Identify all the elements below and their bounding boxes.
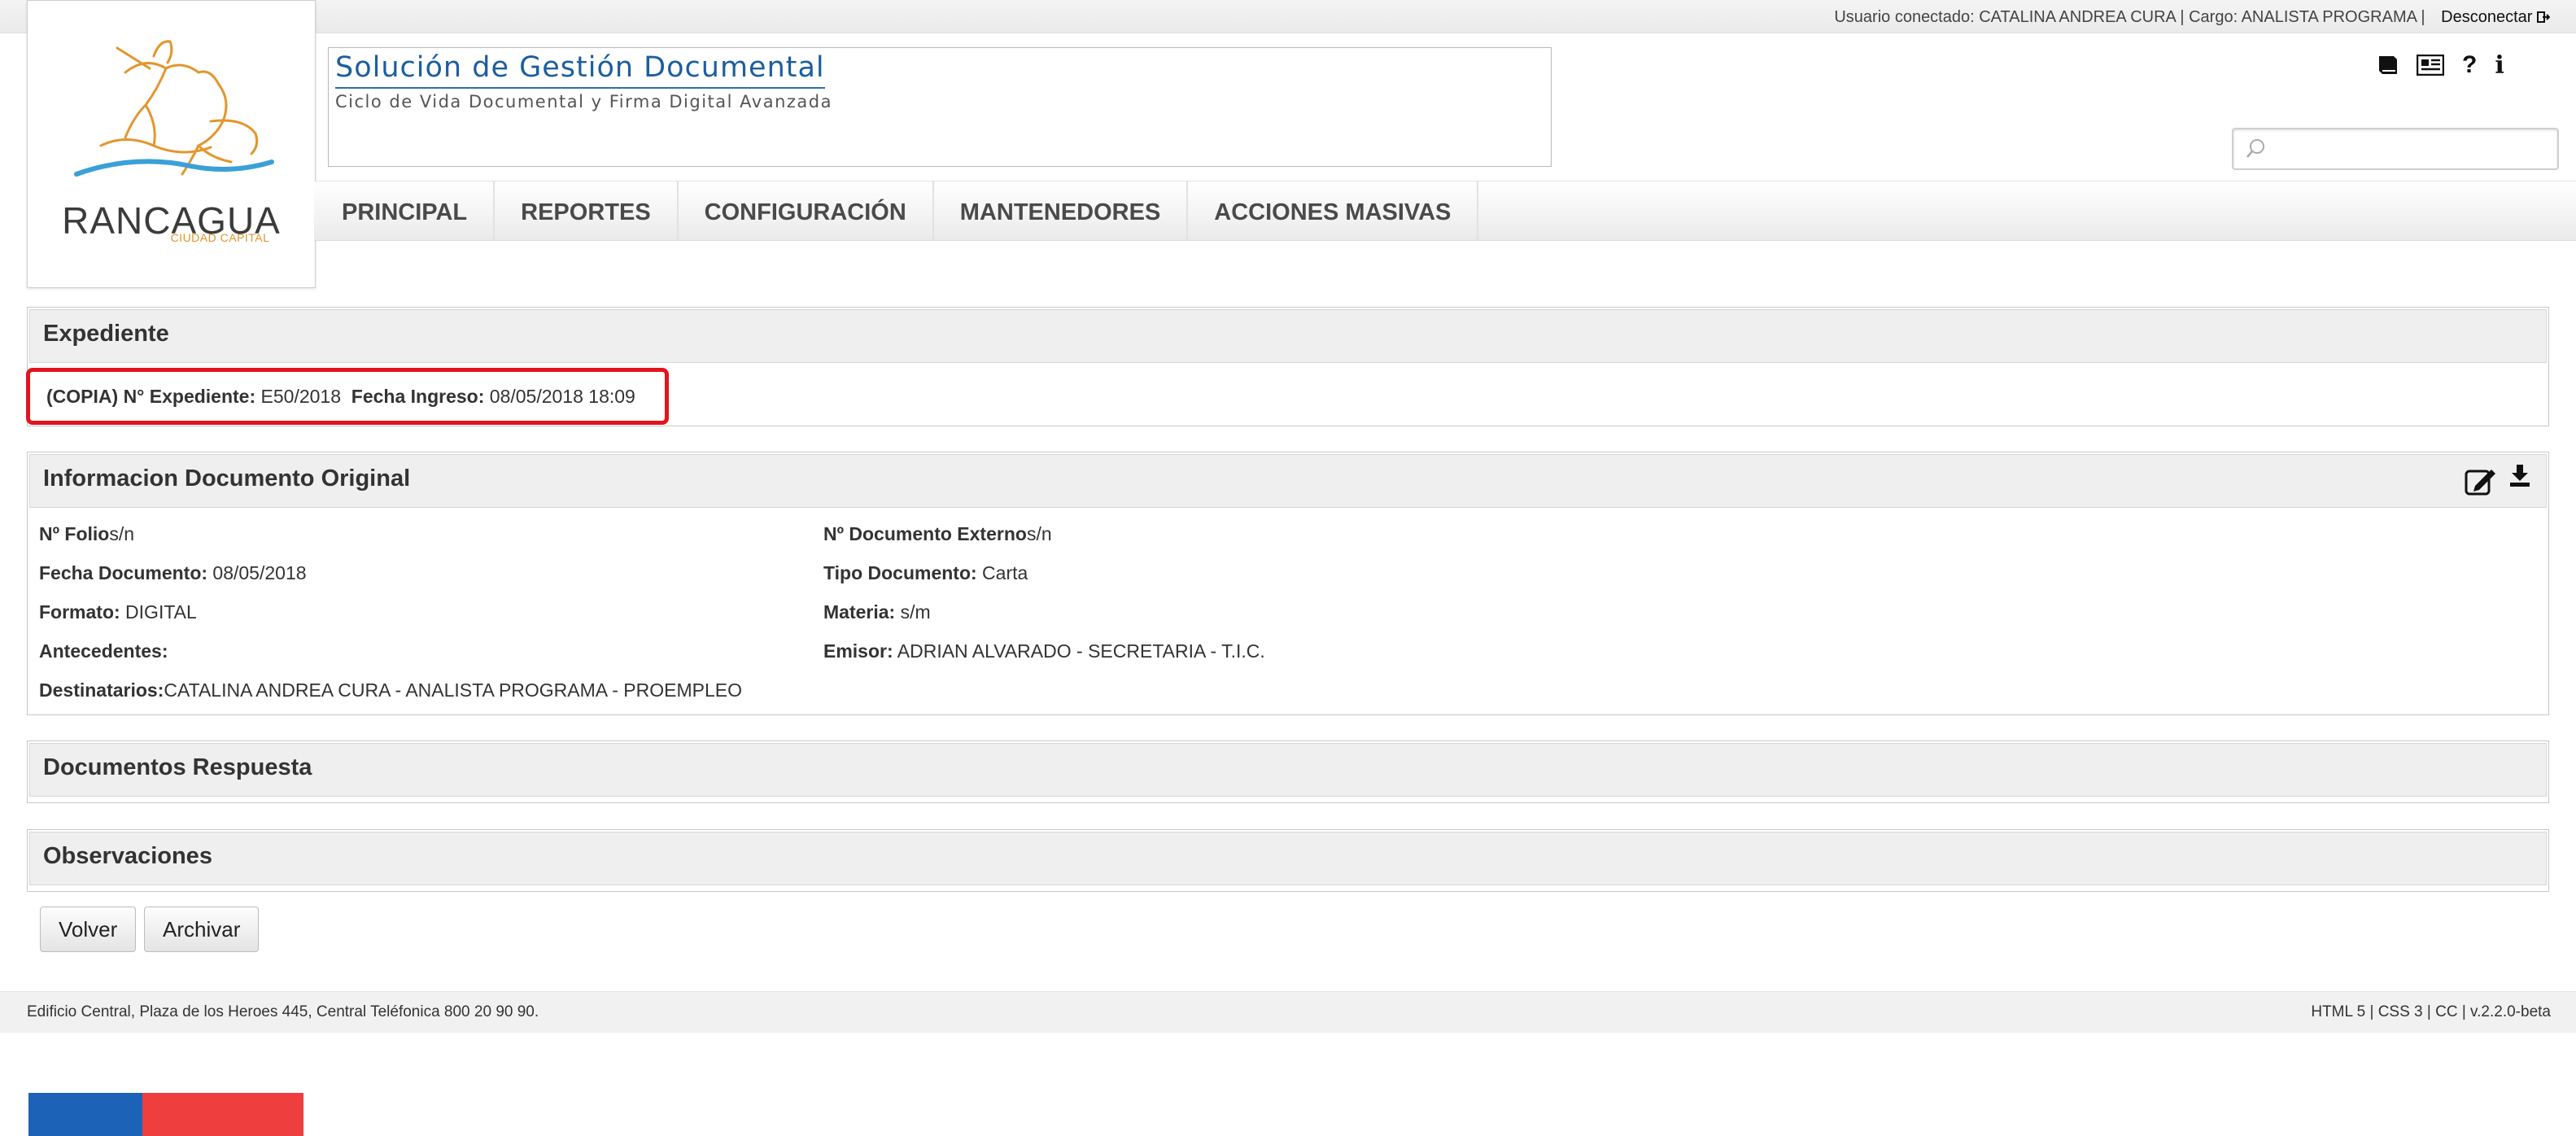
folio-label: Nº Folio: [39, 523, 110, 544]
documentos-respuesta-panel: Documentos Respuesta: [27, 741, 2549, 803]
app-title: Solución de Gestión Documental: [335, 51, 825, 89]
logo-city-subtitle: CIUDAD CAPITAL: [170, 231, 270, 244]
antecedentes-field: Antecedentes:: [39, 640, 168, 662]
documento-externo-label: Nº Documento Externo: [823, 523, 1027, 544]
book-icon[interactable]: [2376, 50, 2399, 80]
footer-tech: HTML 5 | CSS 3 | CC | v.2.2.0-beta: [2311, 1003, 2551, 1020]
header-tools: ? i: [2376, 49, 2504, 81]
fecha-documento-label: Fecha Documento:: [39, 562, 208, 583]
logout-label[interactable]: Desconectar: [2441, 8, 2532, 26]
observaciones-header[interactable]: Observaciones: [29, 832, 2547, 885]
observaciones-panel: Observaciones: [27, 829, 2549, 892]
antecedentes-label: Antecedentes:: [39, 640, 168, 662]
flag-stripe-blue: [28, 1093, 142, 1136]
search-icon: [2246, 139, 2264, 158]
emisor-label: Emisor:: [823, 640, 893, 662]
tipo-documento-field: Tipo Documento: Carta: [823, 562, 1028, 584]
emisor-value: ADRIAN ALVARADO - SECRETARIA - T.I.C.: [893, 640, 1265, 662]
highlight-box: [26, 368, 669, 425]
original-document-panel: Informacion Documento Original Nº Folios…: [27, 452, 2549, 715]
expediente-header: Expediente: [29, 309, 2547, 363]
materia-field: Materia: s/m: [823, 601, 931, 623]
observaciones-title: Observaciones: [43, 843, 212, 869]
archivar-button[interactable]: Archivar: [144, 907, 260, 952]
tipo-documento-value: Carta: [976, 562, 1028, 583]
original-document-header: Informacion Documento Original: [29, 454, 2547, 508]
fecha-documento-field: Fecha Documento: 08/05/2018: [39, 562, 307, 584]
user-role: ANALISTA PROGRAMA: [2241, 8, 2417, 26]
rancagua-logo[interactable]: RANCAGUA CIUDAD CAPITAL: [27, 0, 316, 288]
documento-externo-field: Nº Documento Externos/n: [823, 523, 1052, 545]
logout-link[interactable]: Desconectar: [2441, 8, 2551, 26]
newspaper-icon[interactable]: [2417, 50, 2444, 80]
tipo-documento-label: Tipo Documento:: [823, 562, 977, 583]
formato-label: Formato:: [39, 601, 120, 623]
destinatarios-field: Destinatarios:CATALINA ANDREA CURA - ANA…: [39, 679, 742, 701]
nav-reportes[interactable]: REPORTES: [495, 181, 679, 240]
documentos-respuesta-title: Documentos Respuesta: [43, 754, 312, 780]
formato-field: Formato: DIGITAL: [39, 601, 197, 623]
materia-label: Materia:: [823, 601, 896, 623]
materia-value: s/m: [895, 601, 931, 623]
folio-field: Nº Folios/n: [39, 523, 134, 545]
fecha-documento-value: 08/05/2018: [207, 562, 307, 583]
logout-icon[interactable]: [2537, 11, 2551, 24]
nav-items: PRINCIPAL REPORTES CONFIGURACIÓN MANTENE…: [332, 181, 1479, 240]
search-input[interactable]: [2274, 134, 2546, 162]
main-nav: PRINCIPAL REPORTES CONFIGURACIÓN MANTENE…: [314, 181, 2576, 241]
nav-mantenedores[interactable]: MANTENEDORES: [934, 181, 1189, 240]
question-icon[interactable]: ?: [2462, 50, 2477, 80]
nav-acciones-masivas[interactable]: ACCIONES MASIVAS: [1188, 181, 1479, 240]
search-box[interactable]: [2232, 128, 2559, 170]
nav-principal[interactable]: PRINCIPAL: [332, 181, 496, 240]
nav-configuracion[interactable]: CONFIGURACIÓN: [679, 181, 934, 240]
documentos-respuesta-header[interactable]: Documentos Respuesta: [29, 743, 2547, 797]
info-icon[interactable]: i: [2495, 50, 2504, 80]
app-subtitle: Ciclo de Vida Documental y Firma Digital…: [335, 92, 832, 111]
user-info: Usuario conectado: CATALINA ANDREA CURA …: [1834, 8, 2551, 27]
connected-label: Usuario conectado:: [1834, 8, 1975, 26]
volver-button[interactable]: Volver: [40, 907, 137, 952]
expediente-title: Expediente: [43, 321, 169, 347]
documento-externo-value: s/n: [1026, 523, 1052, 544]
flag-stripe-red: [142, 1093, 303, 1136]
footer-address: Edificio Central, Plaza de los Heroes 44…: [27, 1003, 539, 1020]
role-label: Cargo:: [2189, 8, 2238, 26]
horseman-emblem: [74, 40, 274, 177]
user-name: CATALINA ANDREA CURA: [1979, 8, 2176, 26]
download-icon[interactable]: [2508, 463, 2531, 487]
destinatarios-label: Destinatarios:: [39, 679, 164, 701]
edit-icon[interactable]: [2464, 466, 2498, 497]
formato-value: DIGITAL: [120, 601, 197, 623]
footer: Edificio Central, Plaza de los Heroes 44…: [0, 991, 2576, 1033]
folio-value: s/n: [109, 523, 135, 544]
app-title-box: Solución de Gestión Documental Ciclo de …: [328, 47, 1552, 167]
emisor-field: Emisor: ADRIAN ALVARADO - SECRETARIA - T…: [823, 640, 1265, 662]
destinatarios-value: CATALINA ANDREA CURA - ANALISTA PROGRAMA…: [164, 679, 743, 701]
original-document-title: Informacion Documento Original: [43, 465, 411, 492]
